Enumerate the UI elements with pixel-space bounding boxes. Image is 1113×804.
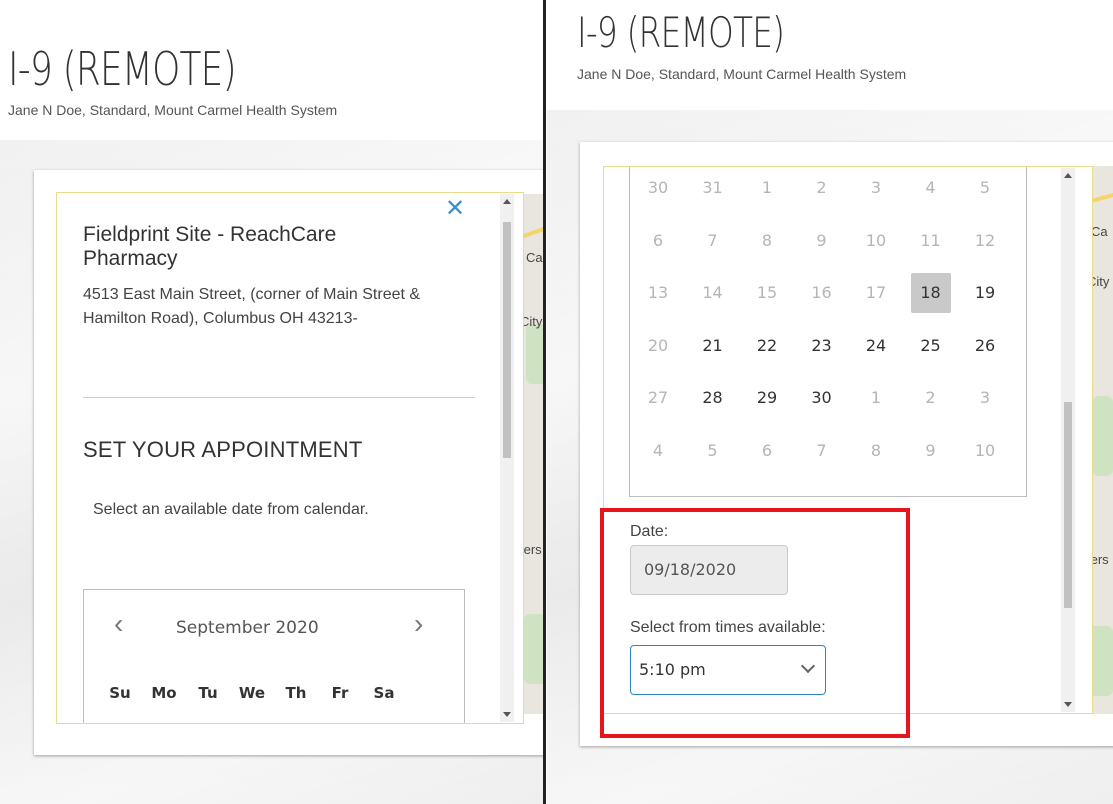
calendar-day[interactable]: 28 bbox=[697, 382, 729, 414]
calendar-day: 10 bbox=[974, 440, 996, 460]
calendar-month-label: September 2020 bbox=[176, 618, 319, 638]
scroll-up-icon[interactable] bbox=[503, 199, 511, 204]
calendar-day: 7 bbox=[707, 230, 718, 250]
page-header-right: I-9 (REMOTE) Jane N Doe, Standard, Mount… bbox=[547, 0, 1113, 110]
left-screenshot-pane: I-9 (REMOTE) Jane N Doe, Standard, Mount… bbox=[0, 0, 543, 804]
chevron-left-icon[interactable]: ‹ bbox=[114, 610, 123, 638]
calendar-day: 6 bbox=[652, 230, 664, 250]
calendar-day[interactable]: 26 bbox=[969, 330, 1001, 362]
calendar-day: 4 bbox=[925, 178, 936, 197]
calendar-day: 27 bbox=[647, 388, 669, 407]
page-title-right: I-9 (REMOTE) bbox=[577, 8, 785, 57]
pane-divider bbox=[543, 0, 546, 804]
page-subtitle-right: Jane N Doe, Standard, Mount Carmel Healt… bbox=[577, 66, 907, 82]
calendar-day: 4 bbox=[652, 440, 664, 460]
weekday-label: We bbox=[238, 684, 266, 702]
page-title: I-9 (REMOTE) bbox=[8, 42, 237, 96]
chevron-right-icon[interactable]: › bbox=[414, 610, 423, 638]
calendar-day[interactable]: 25 bbox=[915, 330, 947, 362]
page-header: I-9 (REMOTE) Jane N Doe, Standard, Mount… bbox=[0, 0, 543, 140]
calendar-day: 8 bbox=[870, 440, 882, 460]
section-divider bbox=[83, 397, 475, 398]
calendar-day: 3 bbox=[870, 178, 882, 197]
weekday-label: Fr bbox=[331, 684, 349, 702]
calendar-day: 15 bbox=[756, 283, 778, 302]
panel-scrollbar[interactable] bbox=[500, 194, 514, 722]
site-info-panel: ✕ Fieldprint Site - ReachCare Pharmacy 4… bbox=[56, 192, 524, 724]
calendar-day: 31 bbox=[702, 178, 723, 197]
calendar-day: 14 bbox=[702, 283, 723, 302]
weekday-label: Sa bbox=[373, 684, 395, 702]
calendar-day: 7 bbox=[816, 440, 827, 460]
calendar-day-selected[interactable]: 18 bbox=[910, 273, 951, 313]
scroll-down-icon[interactable] bbox=[1064, 702, 1072, 707]
weekday-label: Mo bbox=[151, 684, 177, 702]
scrollbar-thumb[interactable] bbox=[1064, 402, 1072, 608]
calendar-day: 17 bbox=[865, 283, 887, 302]
calendar-dates: 30 31 1 2 3 4 5 6 7 8 9 10 11 12 13 14 15 16 17 18 19 20 21 22 2… bbox=[629, 167, 1027, 497]
map-label-ca: Ca bbox=[1091, 224, 1108, 239]
map-label-ca: Ca bbox=[526, 250, 543, 265]
calendar-day[interactable]: 19 bbox=[969, 277, 1001, 309]
right-screenshot-pane: I-9 (REMOTE) Jane N Doe, Standard, Mount… bbox=[547, 0, 1113, 804]
calendar-day: 8 bbox=[761, 230, 773, 250]
site-address: 4513 East Main Street, (corner of Main S… bbox=[83, 286, 421, 327]
calendar-day: 6 bbox=[761, 440, 773, 460]
calendar-day[interactable]: 30 bbox=[806, 382, 838, 414]
appointment-instructions: Select an available date from calendar. bbox=[93, 501, 369, 518]
calendar-day: 13 bbox=[647, 283, 669, 302]
calendar-day: 20 bbox=[647, 335, 669, 355]
calendar-day: 9 bbox=[816, 230, 827, 250]
scrollbar-thumb[interactable] bbox=[503, 222, 511, 458]
scroll-up-icon[interactable] bbox=[1064, 173, 1072, 178]
page-subtitle: Jane N Doe, Standard, Mount Carmel Healt… bbox=[8, 102, 338, 118]
scroll-down-icon[interactable] bbox=[503, 712, 511, 717]
calendar-day: 5 bbox=[707, 440, 718, 460]
panel-scrollbar-right[interactable] bbox=[1061, 168, 1075, 712]
calendar-day: 1 bbox=[870, 388, 882, 407]
calendar-day[interactable]: 21 bbox=[697, 330, 729, 362]
calendar-day: 12 bbox=[974, 230, 996, 250]
calendar-day: 9 bbox=[925, 440, 936, 460]
section-title: SET YOUR APPOINTMENT bbox=[83, 437, 363, 462]
calendar: ‹ September 2020 › Su Mo Tu We Th Fr Sa bbox=[83, 589, 465, 723]
calendar-day: 3 bbox=[979, 388, 991, 407]
site-name: Fieldprint Site - ReachCare Pharmacy bbox=[83, 223, 337, 270]
calendar-day[interactable]: 22 bbox=[751, 330, 783, 362]
calendar-day[interactable]: 23 bbox=[806, 330, 838, 362]
calendar-day: 10 bbox=[865, 230, 887, 250]
weekday-label: Su bbox=[109, 684, 131, 702]
calendar-day[interactable]: 24 bbox=[860, 330, 892, 362]
calendar-day: 16 bbox=[811, 283, 832, 302]
weekday-header-row: Su Mo Tu We Th Fr Sa bbox=[98, 684, 406, 702]
calendar-day: 30 bbox=[647, 178, 669, 197]
weekday-label: Tu bbox=[198, 684, 218, 702]
weekday-label: Th bbox=[285, 684, 307, 702]
calendar-day: 1 bbox=[761, 178, 773, 197]
calendar-day: 2 bbox=[816, 178, 827, 197]
calendar-day: 11 bbox=[920, 230, 941, 250]
calendar-day: 5 bbox=[979, 178, 991, 197]
calendar-day: 2 bbox=[925, 388, 936, 407]
calendar-day[interactable]: 29 bbox=[751, 382, 783, 414]
highlight-annotation-box bbox=[600, 508, 910, 738]
close-icon[interactable]: ✕ bbox=[445, 197, 465, 221]
